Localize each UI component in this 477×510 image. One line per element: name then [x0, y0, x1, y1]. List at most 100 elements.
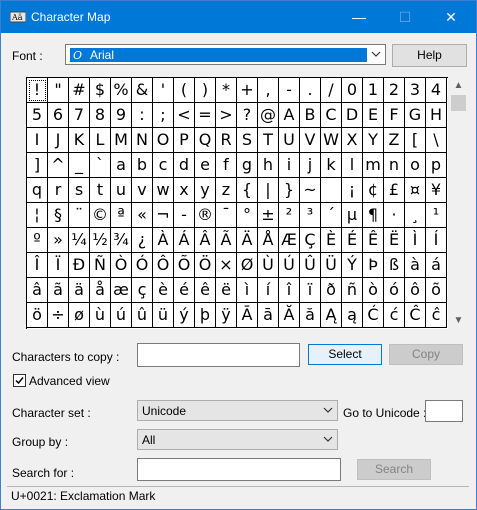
character-cell[interactable]: û	[132, 303, 153, 328]
character-cell[interactable]: "	[48, 78, 69, 103]
character-cell[interactable]: õ	[426, 278, 447, 303]
character-cell[interactable]: :	[132, 103, 153, 128]
character-cell[interactable]: Y	[363, 128, 384, 153]
character-cell[interactable]: V	[300, 128, 321, 153]
copy-button[interactable]: Copy	[389, 344, 463, 365]
character-cell[interactable]: è	[153, 278, 174, 303]
character-cell[interactable]: ô	[405, 278, 426, 303]
character-cell[interactable]: =	[195, 103, 216, 128]
character-cell[interactable]: ë	[216, 278, 237, 303]
character-cell[interactable]: &	[132, 78, 153, 103]
character-cell[interactable]: ×	[216, 253, 237, 278]
character-cell[interactable]: s	[69, 178, 90, 203]
character-cell[interactable]: G	[405, 103, 426, 128]
character-cell[interactable]: ä	[69, 278, 90, 303]
character-cell[interactable]: 6	[48, 103, 69, 128]
character-cell[interactable]: 2	[384, 78, 405, 103]
character-cell[interactable]: Ç	[300, 228, 321, 253]
character-cell[interactable]: >	[216, 103, 237, 128]
character-cell[interactable]: r	[48, 178, 69, 203]
character-cell[interactable]: 8	[90, 103, 111, 128]
character-cell[interactable]: T	[258, 128, 279, 153]
character-cell[interactable]: Ù	[258, 253, 279, 278]
character-cell[interactable]: ü	[153, 303, 174, 328]
character-cell[interactable]: a	[111, 153, 132, 178]
character-cell[interactable]: ÷	[48, 303, 69, 328]
character-cell[interactable]: ¥	[426, 178, 447, 203]
character-cell[interactable]: Z	[384, 128, 405, 153]
character-cell[interactable]: z	[216, 178, 237, 203]
character-cell[interactable]: Ê	[363, 228, 384, 253]
character-cell[interactable]: R	[216, 128, 237, 153]
character-cell[interactable]: ĉ	[426, 303, 447, 328]
close-button[interactable]: ✕	[428, 1, 474, 33]
character-cell[interactable]: æ	[111, 278, 132, 303]
character-cell[interactable]: é	[174, 278, 195, 303]
character-cell[interactable]: ~	[300, 178, 321, 203]
character-cell[interactable]: ¼	[69, 228, 90, 253]
character-cell[interactable]: ø	[69, 303, 90, 328]
character-cell[interactable]: È	[321, 228, 342, 253]
character-cell[interactable]: ó	[384, 278, 405, 303]
character-cell[interactable]: O	[153, 128, 174, 153]
character-cell[interactable]: ê	[195, 278, 216, 303]
characters-to-copy-input[interactable]	[137, 343, 300, 367]
character-cell[interactable]: A	[279, 103, 300, 128]
character-cell[interactable]: +	[237, 78, 258, 103]
character-cell[interactable]: ®	[195, 203, 216, 228]
character-cell[interactable]: ^	[48, 153, 69, 178]
character-cell[interactable]: p	[426, 153, 447, 178]
character-cell[interactable]: §	[48, 203, 69, 228]
character-cell[interactable]: ,	[258, 78, 279, 103]
character-cell[interactable]: X	[342, 128, 363, 153]
character-cell[interactable]: J	[48, 128, 69, 153]
character-cell[interactable]: Ú	[279, 253, 300, 278]
character-cell[interactable]: D	[342, 103, 363, 128]
character-cell[interactable]: ¹	[426, 203, 447, 228]
character-cell[interactable]: -	[279, 78, 300, 103]
character-cell[interactable]: ï	[300, 278, 321, 303]
character-cell[interactable]: i	[279, 153, 300, 178]
character-cell[interactable]: ¤	[405, 178, 426, 203]
character-cell[interactable]: E	[363, 103, 384, 128]
character-cell[interactable]: Æ	[279, 228, 300, 253]
character-cell[interactable]: $	[90, 78, 111, 103]
character-cell[interactable]: L	[90, 128, 111, 153]
character-cell[interactable]: ð	[321, 278, 342, 303]
character-cell[interactable]: ¡	[342, 178, 363, 203]
group-by-dropdown[interactable]: All	[137, 429, 338, 450]
character-cell[interactable]: Ā	[237, 303, 258, 328]
character-cell[interactable]: À	[153, 228, 174, 253]
font-dropdown[interactable]: O Arial	[65, 44, 386, 65]
character-cell[interactable]: ¾	[111, 228, 132, 253]
character-cell[interactable]: )	[195, 78, 216, 103]
character-cell[interactable]: ¢	[363, 178, 384, 203]
character-cell[interactable]: ú	[111, 303, 132, 328]
character-cell[interactable]: u	[111, 178, 132, 203]
character-cell[interactable]: m	[363, 153, 384, 178]
character-cell[interactable]: «	[132, 203, 153, 228]
character-cell[interactable]: F	[384, 103, 405, 128]
character-cell[interactable]: _	[69, 153, 90, 178]
character-cell[interactable]: Â	[195, 228, 216, 253]
character-cell[interactable]: Î	[27, 253, 48, 278]
character-cell[interactable]: à	[405, 253, 426, 278]
character-cell[interactable]: }	[279, 178, 300, 203]
scrollbar-thumb[interactable]	[451, 95, 466, 111]
character-cell[interactable]: Ĉ	[405, 303, 426, 328]
character-cell[interactable]: ¶	[363, 203, 384, 228]
character-cell[interactable]: ¿	[132, 228, 153, 253]
character-cell[interactable]: 9	[111, 103, 132, 128]
character-cell[interactable]: H	[426, 103, 447, 128]
character-cell[interactable]: ½	[90, 228, 111, 253]
character-cell[interactable]: ß	[384, 253, 405, 278]
character-cell[interactable]: 0	[342, 78, 363, 103]
advanced-view-label[interactable]: Advanced view	[29, 374, 110, 388]
character-cell[interactable]: ñ	[342, 278, 363, 303]
character-cell[interactable]: {	[237, 178, 258, 203]
character-cell[interactable]: Ü	[321, 253, 342, 278]
character-cell[interactable]: Ö	[195, 253, 216, 278]
character-cell[interactable]: W	[321, 128, 342, 153]
character-cell[interactable]: Ï	[48, 253, 69, 278]
character-cell[interactable]: ã	[48, 278, 69, 303]
